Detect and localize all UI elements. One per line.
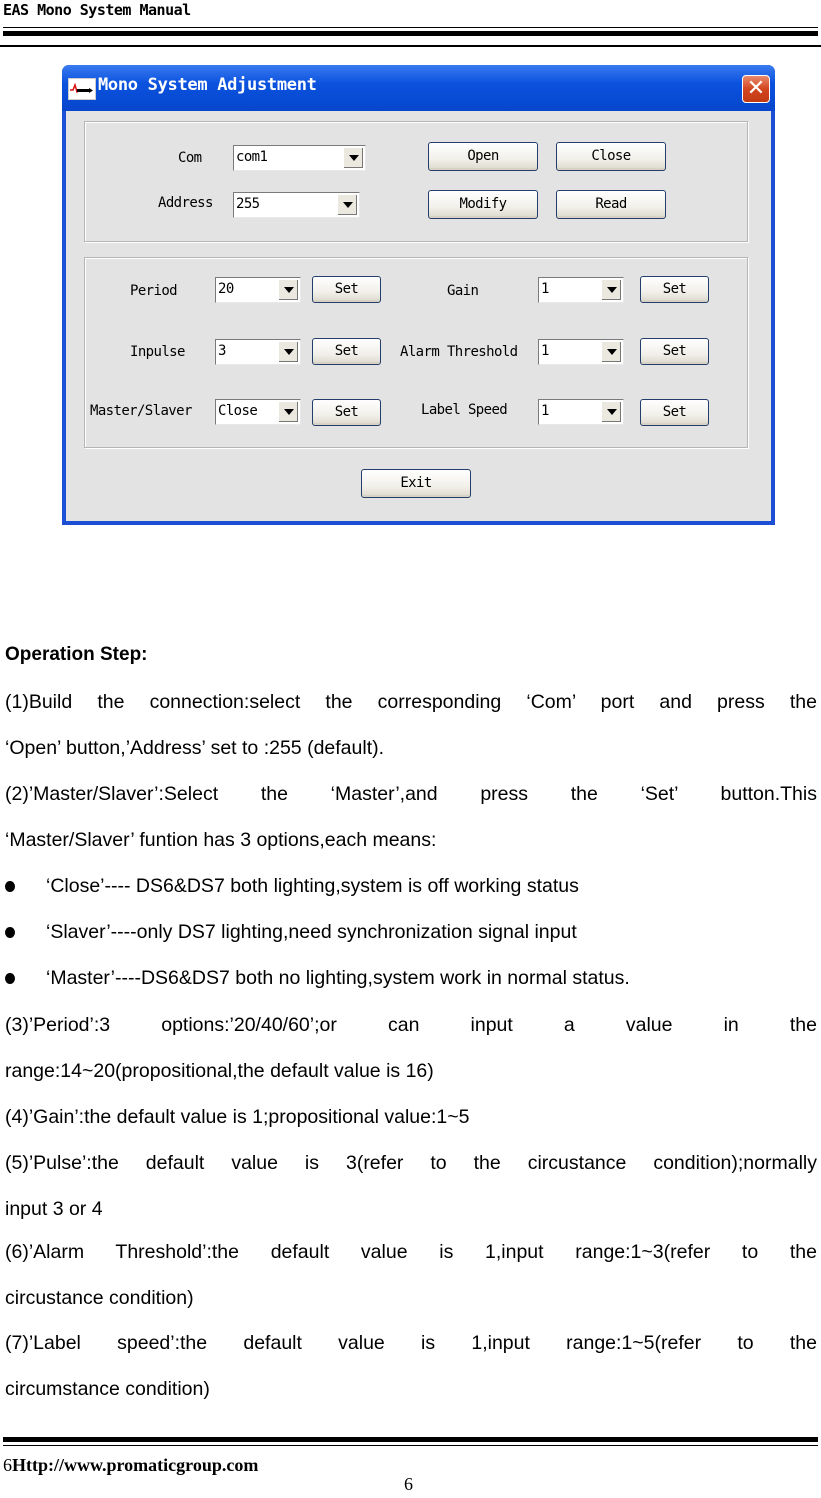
dialog-title: Mono System Adjustment — [98, 75, 317, 95]
open-button[interactable]: Open — [428, 142, 538, 171]
chevron-down-icon[interactable] — [602, 342, 621, 362]
chevron-down-icon[interactable] — [344, 148, 363, 168]
step-1: (1)Build the connection:select the corre… — [5, 679, 817, 771]
chevron-down-icon[interactable] — [602, 402, 621, 422]
mono-system-adjustment-dialog: Mono System Adjustment ✕ Com com1 Addres… — [62, 65, 775, 525]
period-label: Period — [130, 283, 178, 299]
step-3-line-2: range:14~20(propositional,the default va… — [5, 1060, 434, 1082]
alarm-threshold-select[interactable]: 1 — [538, 339, 624, 365]
period-select-value: 20 — [218, 281, 234, 297]
step-5-line-1: (5)’Pulse’:the default value is 3(refer … — [5, 1152, 817, 1174]
inpulse-select-value: 3 — [218, 343, 226, 359]
exit-button[interactable]: Exit — [361, 469, 471, 498]
modify-button[interactable]: Modify — [428, 190, 538, 219]
connection-groupbox: Com com1 Address 255 Open Close Modify R… — [84, 121, 748, 242]
document-header-title: EAS Mono System Manual — [3, 1, 191, 19]
dialog-titlebar[interactable]: Mono System Adjustment ✕ — [62, 65, 775, 111]
settings-groupbox: Period 20 Set Gain 1 Set Inpulse 3 Set A… — [84, 257, 748, 448]
read-button[interactable]: Read — [556, 190, 666, 219]
step-1-line-1: (1)Build the connection:select the corre… — [5, 691, 817, 713]
gain-label: Gain — [447, 283, 479, 299]
address-label: Address — [158, 195, 213, 211]
header-rule-under — [0, 45, 821, 47]
chevron-down-icon[interactable] — [279, 402, 298, 422]
step-3-line-1: (3)’Period’:3 options:’20/40/60’;or can … — [5, 1014, 817, 1036]
step-5-line-2: input 3 or 4 — [5, 1198, 103, 1220]
step-7-line-2: circumstance condition) — [5, 1378, 210, 1400]
address-select[interactable]: 255 — [233, 192, 360, 218]
label-speed-select-value: 1 — [541, 403, 549, 419]
gain-select[interactable]: 1 — [538, 277, 624, 303]
close-button[interactable]: ✕ — [742, 75, 770, 103]
step-3: (3)’Period’:3 options:’20/40/60’;or can … — [5, 1002, 817, 1094]
page-number: 6 — [404, 1474, 413, 1494]
app-waveform-icon — [68, 78, 96, 100]
com-label: Com — [178, 150, 202, 166]
step-6-line-1: (6)’Alarm Threshold’:the default value i… — [5, 1241, 817, 1263]
alarm-threshold-label: Alarm Threshold — [400, 344, 518, 360]
inpulse-label: Inpulse — [130, 344, 185, 360]
alarm-threshold-select-value: 1 — [541, 343, 549, 359]
gain-select-value: 1 — [541, 281, 549, 297]
com-select[interactable]: com1 — [233, 145, 366, 171]
master-slaver-select-value: Close — [218, 403, 258, 419]
header-rule-thin — [3, 27, 818, 28]
footer-rule-thick — [3, 1437, 818, 1442]
close-port-button[interactable]: Close — [556, 142, 666, 171]
step-1-line-2: ‘Open’ button,’Address’ set to :255 (def… — [5, 737, 385, 759]
chevron-down-icon[interactable] — [279, 342, 298, 362]
bullet-text: ‘Master’----DS6&DS7 both no lighting,sys… — [46, 967, 630, 989]
label-speed-label: Label Speed — [421, 402, 508, 418]
footer-page-prefix: 6 — [3, 1455, 12, 1475]
com-select-value: com1 — [236, 149, 268, 165]
bullet-dot-icon — [5, 927, 15, 938]
step-4-line-1: (4)’Gain’:the default value is 1;proposi… — [5, 1106, 470, 1128]
master-slaver-select[interactable]: Close — [215, 399, 301, 425]
header-rule-thick — [3, 31, 818, 36]
operation-step-heading: Operation Step: — [5, 644, 148, 665]
chevron-down-icon[interactable] — [602, 280, 621, 300]
chevron-down-icon[interactable] — [279, 280, 298, 300]
step-2-line-2: ‘Master/Slaver’ funtion has 3 options,ea… — [5, 829, 437, 851]
footer-rule-thin — [3, 1445, 818, 1446]
bullet-text: ‘Slaver’----only DS7 lighting,need synch… — [46, 921, 577, 943]
label-speed-set-button[interactable]: Set — [640, 399, 709, 426]
alarm-threshold-set-button[interactable]: Set — [640, 338, 709, 365]
footer-url: 6Http://www.promaticgroup.com — [3, 1455, 258, 1476]
footer-url-link[interactable]: Http://www.promaticgroup.com — [12, 1455, 258, 1475]
chevron-down-icon[interactable] — [338, 195, 357, 215]
address-select-value: 255 — [236, 196, 260, 212]
step-2: (2)’Master/Slaver’:Select the ‘Master’,a… — [5, 771, 817, 863]
step-6: (6)’Alarm Threshold’:the default value i… — [5, 1229, 817, 1321]
master-slaver-label: Master/Slaver — [90, 403, 192, 419]
step-2-line-1: (2)’Master/Slaver’:Select the ‘Master’,a… — [5, 783, 817, 805]
step-5: (5)’Pulse’:the default value is 3(refer … — [5, 1140, 817, 1232]
inpulse-select[interactable]: 3 — [215, 339, 301, 365]
bullet-dot-icon — [5, 881, 15, 892]
inpulse-set-button[interactable]: Set — [312, 338, 381, 365]
step-4: (4)’Gain’:the default value is 1;proposi… — [5, 1094, 817, 1140]
dialog-client-area: Com com1 Address 255 Open Close Modify R… — [66, 111, 771, 521]
bullet-text: ‘Close’---- DS6&DS7 both lighting,system… — [46, 875, 579, 897]
period-set-button[interactable]: Set — [312, 276, 381, 303]
gain-set-button[interactable]: Set — [640, 276, 709, 303]
bullet-dot-icon — [5, 973, 15, 984]
step-7-line-1: (7)’Label speed’:the default value is 1,… — [5, 1332, 817, 1354]
period-select[interactable]: 20 — [215, 277, 301, 303]
master-slaver-set-button[interactable]: Set — [312, 399, 381, 426]
step-7: (7)’Label speed’:the default value is 1,… — [5, 1320, 817, 1412]
step-6-line-2: circustance condition) — [5, 1287, 194, 1309]
label-speed-select[interactable]: 1 — [538, 399, 624, 425]
close-x-icon: ✕ — [746, 76, 766, 101]
